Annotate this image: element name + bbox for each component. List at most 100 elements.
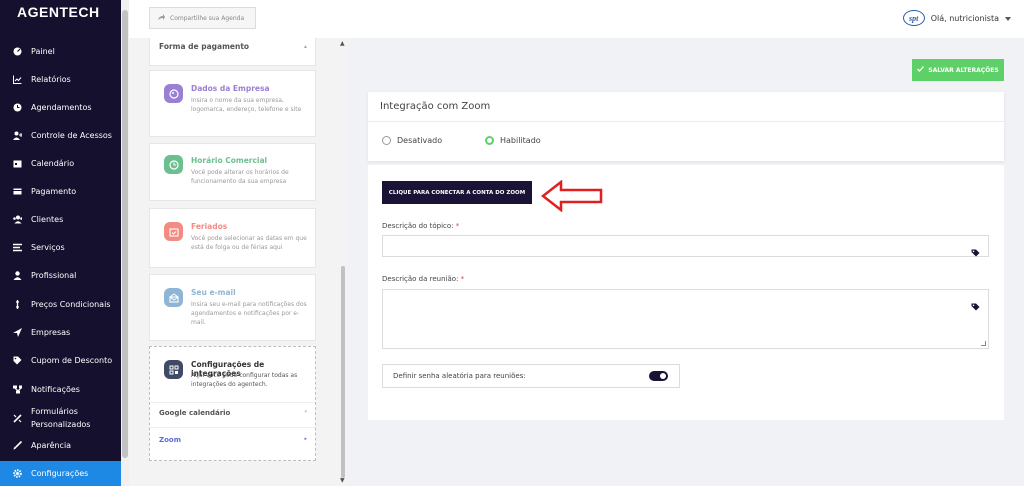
share-agenda-button[interactable]: Compartilhe sua Agenda <box>149 7 256 29</box>
person-icon <box>13 270 22 280</box>
payment-method-label: Forma de pagamento <box>159 42 250 51</box>
check-icon <box>917 66 925 74</box>
tag-icon[interactable] <box>971 296 980 315</box>
clock-icon <box>13 103 22 112</box>
zoom-settings-form: CLIQUE PARA CONECTAR A CONTA DO ZOOM Des… <box>368 165 1004 420</box>
sidebar-item-label: Cupom de Desconto <box>31 355 113 365</box>
chevron-down-icon <box>1005 14 1011 23</box>
sidebar-item-label: Controle de Acessos <box>31 130 112 140</box>
users-icon <box>13 215 22 224</box>
sidebar-item-configuracoes[interactable]: Configurações <box>0 461 121 486</box>
sidebar-item-agendamentos[interactable]: Agendamentos <box>0 99 121 115</box>
integration-label: Google calendário <box>159 409 231 417</box>
card-title: Seu e-mail <box>191 288 236 297</box>
topic-input[interactable] <box>382 235 989 257</box>
toggle-knob <box>660 373 666 379</box>
card-title: Feriados <box>191 222 228 231</box>
list-icon <box>13 243 22 252</box>
sidebar-item-label: Serviços <box>31 242 65 252</box>
sidebar-item-label: Painel <box>31 46 55 56</box>
sidebar-item-servicos[interactable]: Serviços <box>0 239 121 255</box>
send-icon <box>13 327 22 337</box>
integration-google-calendar[interactable]: Google calendário ▾ <box>159 409 307 417</box>
settings-card-holidays[interactable]: Feriados Você pode selecionar as datas e… <box>149 208 316 268</box>
sidebar-item-pagamento[interactable]: Pagamento <box>0 183 121 199</box>
clock-icon <box>164 155 183 174</box>
random-password-toggle[interactable] <box>649 371 668 381</box>
sidebar-item-formularios-personalizados[interactable]: Formulários Personalizados <box>0 404 121 432</box>
top-bar: Compartilhe sua Agenda spt Olá, nutricio… <box>129 0 1024 38</box>
sidebar-item-clientes[interactable]: Clientes <box>0 211 121 227</box>
radio-circle[interactable] <box>382 136 391 145</box>
payment-method-item[interactable]: Forma de pagamento ▴ <box>149 38 316 66</box>
zoom-integration-header: Integração com Zoom Desativado Habilitad… <box>368 92 1004 161</box>
wallet-icon <box>13 187 22 196</box>
brand-logo: AGENTECH <box>17 4 100 20</box>
settings-card-email[interactable]: Seu e-mail Insira seu e-mail para notifi… <box>149 274 316 341</box>
radio-disabled[interactable]: Desativado <box>382 136 442 145</box>
sidebar-item-precos-condicionais[interactable]: Preços Condicionais <box>0 296 121 312</box>
tag-icon <box>13 356 22 365</box>
sidebar-item-label: Calendário <box>31 158 75 168</box>
sidebar-item-notificacoes[interactable]: Notificações <box>0 381 121 397</box>
annotation-arrow-icon <box>541 180 603 212</box>
card-description: Você pode alterar os horários de funcion… <box>191 169 289 185</box>
brush-icon <box>13 440 22 450</box>
sidebar-item-label: Aparência <box>31 440 72 450</box>
settings-card-company-data[interactable]: Dados da Empresa Insira o nome da sua em… <box>149 70 316 137</box>
radio-label: Desativado <box>397 136 443 145</box>
sidebar-item-empresas[interactable]: Empresas <box>0 324 121 340</box>
sidebar-item-label: Configurações <box>31 469 89 478</box>
scroll-up-icon[interactable]: ▲ <box>340 40 345 47</box>
palette-icon <box>164 84 183 103</box>
caret-right-icon: ▸ <box>304 436 307 442</box>
connect-zoom-button[interactable]: CLIQUE PARA CONECTAR A CONTA DO ZOOM <box>382 181 532 204</box>
sidebar-item-aparencia[interactable]: Aparência <box>0 437 121 453</box>
page-title: Integração com Zoom <box>380 101 491 112</box>
topic-label-text: Descrição do tópico: <box>382 222 454 230</box>
sidebar-item-calendario[interactable]: Calendário <box>0 155 121 171</box>
sidebar-item-cupom-de-desconto[interactable]: Cupom de Desconto <box>0 352 121 368</box>
random-password-setting: Definir senha aleatória para reuniões: <box>382 364 680 388</box>
settings-scrollbar-thumb[interactable] <box>341 266 345 478</box>
integration-zoom[interactable]: Zoom ▸ <box>159 436 307 444</box>
divider <box>150 427 315 428</box>
sidebar-item-label: Formulários Personalizados <box>31 407 91 429</box>
card-title: Dados da Empresa <box>191 84 270 93</box>
save-changes-button[interactable]: SALVAR ALTERAÇÕES <box>912 59 1004 81</box>
sidebar-scrollbar-thumb[interactable] <box>122 10 128 458</box>
meeting-description-textarea[interactable] <box>382 289 989 349</box>
sidebar-item-painel[interactable]: Painel <box>0 43 121 59</box>
caret-icon: ▴ <box>303 43 307 50</box>
sidebar-item-relatorios[interactable]: Relatórios <box>0 71 121 87</box>
settings-card-business-hours[interactable]: Horário Comercial Você pode alterar os h… <box>149 143 316 201</box>
card-description: Insira o nome da sua empresa, logomarca,… <box>191 97 302 113</box>
mail-icon <box>164 288 183 307</box>
sidebar-item-label: Notificações <box>31 384 80 394</box>
required-mark: * <box>460 275 465 283</box>
radio-circle-selected[interactable] <box>485 136 494 145</box>
topic-label: Descrição do tópico: * <box>382 222 459 230</box>
settings-card-integrations[interactable]: Configurações de integrações Aqui você p… <box>149 346 316 461</box>
company-logo: spt <box>902 10 925 26</box>
sidebar-item-label: Relatórios <box>31 74 71 84</box>
resize-handle[interactable] <box>981 341 986 346</box>
dollar-icon <box>13 299 22 309</box>
sidebar: AGENTECH Painel Relatórios Agendamentos … <box>0 0 121 486</box>
card-description: Insira seu e-mail para notificações dos … <box>191 301 307 326</box>
user-menu[interactable]: spt Olá, nutricionista <box>902 10 1011 26</box>
share-agenda-label: Compartilhe sua Agenda <box>170 14 245 22</box>
user-greeting: Olá, nutricionista <box>930 13 999 23</box>
sidebar-item-profissional[interactable]: Profissional <box>0 267 121 283</box>
integration-label: Zoom <box>159 436 181 444</box>
calendar-icon <box>164 222 183 241</box>
card-description: Você pode selecionar as datas em que est… <box>191 235 307 251</box>
tag-icon[interactable] <box>971 242 980 261</box>
divider <box>368 121 1004 122</box>
calendar-icon <box>13 159 22 168</box>
card-title: Horário Comercial <box>191 156 268 165</box>
sidebar-item-controle-de-acessos[interactable]: Controle de Acessos <box>0 127 121 143</box>
radio-enabled[interactable]: Habilitado <box>485 136 541 145</box>
divider <box>150 402 315 403</box>
scroll-down-icon[interactable]: ▼ <box>340 477 345 484</box>
